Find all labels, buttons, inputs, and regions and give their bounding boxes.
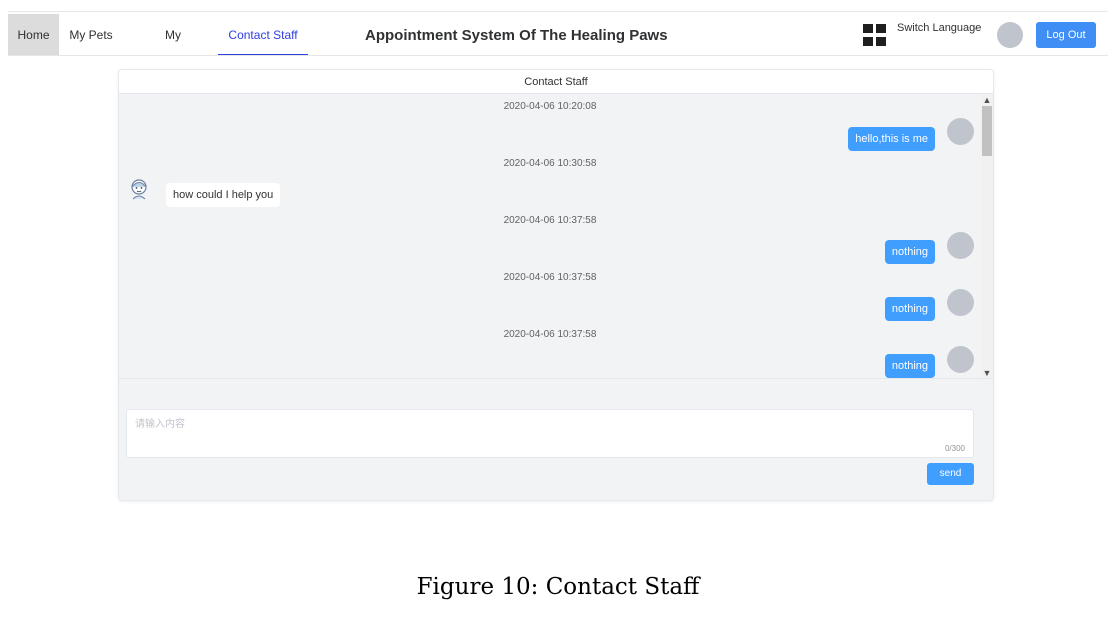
scroll-thumb[interactable] — [982, 106, 992, 156]
my-avatar — [947, 232, 974, 259]
my-avatar — [947, 346, 974, 373]
my-message-bubble: nothing — [884, 354, 935, 378]
message-timestamp: 2020-04-06 10:30:58 — [503, 158, 597, 169]
switch-language-dropdown[interactable]: Switch Language — [897, 22, 981, 34]
message-timestamp: 2020-04-06 10:20:08 — [503, 101, 597, 112]
app-title: Appointment System Of The Healing Paws — [365, 27, 668, 44]
top-navbar: Home My Pets My Appointments Contact Sta… — [8, 14, 1108, 84]
scroll-up-arrow-icon[interactable]: ▲ — [981, 94, 993, 106]
scroll-down-arrow-icon[interactable]: ▼ — [981, 367, 993, 378]
my-message-bubble: hello,this is me — [848, 127, 935, 151]
staff-message-bubble: how could I help you — [166, 183, 281, 207]
message-input-box: 0/300 — [126, 409, 974, 458]
nav-home[interactable]: Home — [8, 14, 59, 56]
nav-my-appointments[interactable]: My Appointments — [128, 14, 218, 84]
user-avatar[interactable] — [997, 22, 1023, 48]
top-divider — [8, 11, 1108, 12]
message-timestamp: 2020-04-06 10:37:58 — [503, 272, 597, 283]
nav-contact-staff[interactable]: Contact Staff — [218, 14, 308, 56]
navbar-divider — [8, 55, 1108, 56]
chevron-down-icon[interactable]: ⌄ — [972, 22, 980, 33]
nav-my-pets[interactable]: My Pets — [61, 14, 121, 56]
chat-scrollbar[interactable]: ▲ ▼ — [981, 94, 993, 378]
message-input[interactable] — [127, 410, 973, 457]
grid-icon[interactable] — [863, 24, 887, 46]
staff-avatar-icon — [131, 179, 147, 200]
message-timestamp: 2020-04-06 10:37:58 — [503, 329, 597, 340]
chat-message-list[interactable]: 2020-04-06 10:20:08 hello,this is me 202… — [119, 94, 993, 379]
my-message-bubble: nothing — [884, 297, 935, 321]
logout-button[interactable]: Log Out — [1036, 22, 1096, 48]
contact-staff-card: Contact Staff 2020-04-06 10:20:08 hello,… — [118, 69, 994, 501]
figure-caption: Figure 10: Contact Staff — [416, 574, 700, 600]
character-counter: 0/300 — [944, 444, 965, 453]
send-button[interactable]: send — [927, 463, 974, 485]
message-timestamp: 2020-04-06 10:37:58 — [503, 215, 597, 226]
my-avatar — [947, 289, 974, 316]
my-message-bubble: nothing — [884, 240, 935, 264]
my-avatar — [947, 118, 974, 145]
card-title: Contact Staff — [119, 70, 993, 94]
